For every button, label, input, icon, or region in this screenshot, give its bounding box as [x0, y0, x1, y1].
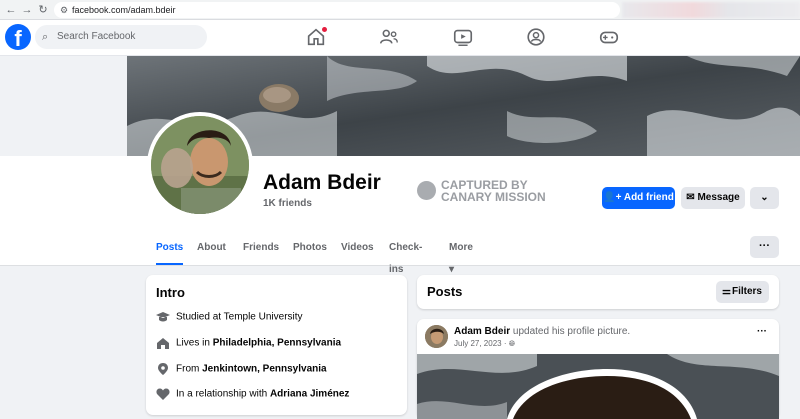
- home-icon[interactable]: [305, 26, 327, 48]
- intro-item-lives: Lives in Philadelphia, Pennsylvania: [156, 337, 341, 349]
- watermark-line2: CANARY MISSION: [441, 190, 546, 204]
- post-date[interactable]: July 27, 2023 · 🌐︎: [454, 339, 515, 349]
- intro-item-from: From Jenkintown, Pennsylvania: [156, 363, 327, 375]
- tab-check-ins[interactable]: Check-ins: [389, 237, 422, 275]
- filters-label: Filters: [731, 286, 762, 297]
- intro-card: Intro Studied at Temple University Lives…: [146, 275, 407, 415]
- intro-item-text: From: [176, 363, 203, 375]
- reload-icon[interactable]: ↻: [36, 3, 50, 17]
- tab-photos[interactable]: Photos: [293, 237, 327, 265]
- intro-item-text: Studied at Temple University: [176, 311, 303, 323]
- intro-item-text: In a relationship with: [176, 388, 270, 400]
- url-text: facebook.com/adam.bdeir: [72, 5, 176, 15]
- tabs-more-options-button[interactable]: ···: [750, 236, 779, 258]
- globe-icon: 🌐︎: [508, 339, 516, 348]
- intro-item-relationship: In a relationship with Adriana Jiménez: [156, 388, 349, 400]
- address-bar[interactable]: ⚙ facebook.com/adam.bdeir: [54, 2, 620, 18]
- search-icon: ⌕: [42, 31, 49, 43]
- friends-count[interactable]: 1K friends: [263, 198, 312, 209]
- back-icon[interactable]: ←: [4, 3, 18, 17]
- tab-videos[interactable]: Videos: [341, 237, 374, 265]
- intro-item-link[interactable]: Adriana Jiménez: [270, 389, 349, 400]
- tab-posts[interactable]: Posts: [156, 237, 184, 265]
- watch-icon[interactable]: [452, 26, 474, 48]
- browser-toolbar: ← → ↻ ⚙ facebook.com/adam.bdeir: [0, 0, 800, 20]
- post-date-text: July 27, 2023 ·: [454, 339, 509, 348]
- home-icon: [156, 337, 170, 349]
- message-label: Message: [697, 192, 740, 203]
- filters-button[interactable]: ⚌ Filters: [716, 281, 769, 303]
- tab-more[interactable]: More ▾: [449, 237, 473, 275]
- post-author-avatar[interactable]: [425, 325, 448, 348]
- canary-mission-watermark: CAPTURED BY CANARY MISSION: [417, 178, 557, 206]
- site-info-icon[interactable]: ⚙: [60, 2, 68, 18]
- posts-title: Posts: [427, 284, 463, 299]
- messenger-icon: ✉: [686, 192, 698, 203]
- post-card: Adam Bdeir updated his profile picture. …: [417, 319, 779, 419]
- intro-item-education: Studied at Temple University: [156, 311, 303, 323]
- posts-header-card: Posts ⚌ Filters: [417, 275, 779, 309]
- heart-icon: [156, 388, 170, 400]
- search-placeholder: Search Facebook: [57, 31, 136, 42]
- profile-avatar[interactable]: [147, 112, 253, 218]
- intro-title: Intro: [156, 285, 185, 300]
- forward-icon[interactable]: →: [20, 3, 34, 17]
- intro-item-link[interactable]: Jenkintown, Pennsylvania: [202, 364, 326, 375]
- notification-dot: [322, 27, 327, 32]
- groups-icon[interactable]: [525, 26, 547, 48]
- tab-friends[interactable]: Friends: [243, 237, 279, 265]
- add-friend-button[interactable]: 👤+ Add friend: [602, 187, 675, 209]
- post-author-name[interactable]: Adam Bdeir: [454, 326, 510, 337]
- blurred-extensions: [622, 2, 800, 18]
- message-button[interactable]: ✉ Message: [681, 187, 745, 209]
- canary-mission-logo-icon: [417, 181, 436, 200]
- friends-icon[interactable]: [378, 26, 400, 48]
- tab-about[interactable]: About: [197, 237, 226, 265]
- search-input[interactable]: ⌕ Search Facebook: [35, 25, 207, 49]
- post-action-text: updated his profile picture.: [510, 326, 631, 337]
- add-friend-label: Add friend: [623, 192, 674, 203]
- location-icon: [156, 363, 170, 375]
- gaming-icon[interactable]: [598, 26, 620, 48]
- facebook-logo-icon[interactable]: f: [5, 24, 31, 50]
- add-person-icon: 👤+: [603, 192, 624, 203]
- logo-letter: f: [14, 26, 22, 50]
- intro-item-text: Lives in: [176, 337, 213, 349]
- post-image[interactable]: [417, 354, 779, 419]
- post-menu-button[interactable]: ···: [757, 326, 767, 337]
- intro-item-link[interactable]: Philadelphia, Pennsylvania: [213, 338, 341, 349]
- post-header-text: Adam Bdeir updated his profile picture.: [454, 326, 630, 337]
- profile-name: Adam Bdeir: [263, 171, 381, 194]
- facebook-header: f ⌕ Search Facebook: [0, 20, 800, 56]
- filter-sliders-icon: ⚌: [722, 286, 731, 297]
- graduation-cap-icon: [156, 311, 170, 323]
- profile-more-button[interactable]: ⌄: [750, 187, 779, 209]
- chevron-down-icon: ⌄: [760, 192, 769, 203]
